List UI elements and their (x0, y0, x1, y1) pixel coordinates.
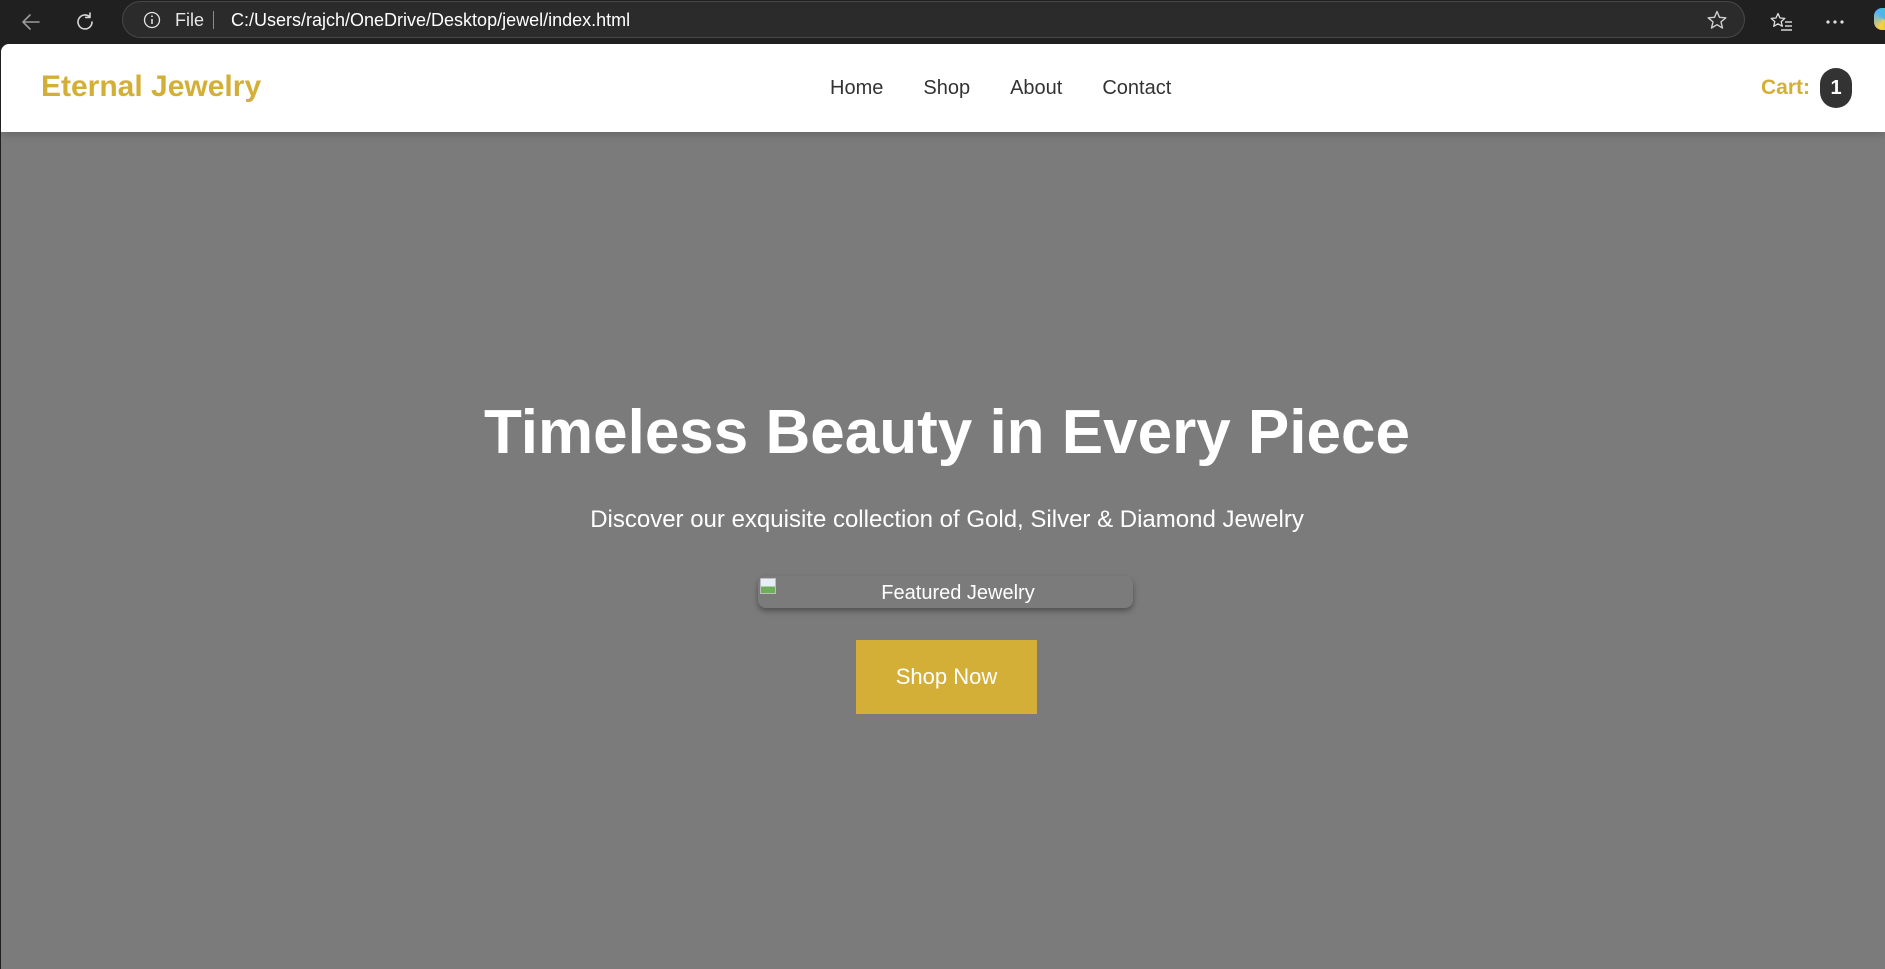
site-header: Eternal Jewelry Home Shop About Contact … (1, 44, 1885, 132)
nav-link-home[interactable]: Home (830, 76, 883, 100)
nav-link-about[interactable]: About (1010, 76, 1062, 100)
favorites-button[interactable] (1765, 6, 1799, 38)
nav-link-shop[interactable]: Shop (923, 76, 970, 100)
shop-now-button[interactable]: Shop Now (856, 640, 1037, 714)
copilot-icon[interactable] (1874, 8, 1885, 30)
address-bar[interactable]: File C:/Users/rajch/OneDrive/Desktop/jew… (122, 1, 1745, 38)
address-divider (213, 11, 214, 29)
cart-count-badge: 1 (1820, 68, 1852, 108)
cart[interactable]: Cart: 1 (1761, 68, 1852, 108)
browser-toolbar: File C:/Users/rajch/OneDrive/Desktop/jew… (0, 0, 1885, 44)
ellipsis-icon (1826, 20, 1844, 24)
favorites-list-icon (1770, 12, 1792, 31)
address-scheme-label: File (175, 10, 205, 30)
nav-link-contact[interactable]: Contact (1102, 76, 1171, 100)
featured-image-alt-text: Featured Jewelry (881, 582, 1035, 604)
hero-section: Timeless Beauty in Every Piece Discover … (1, 132, 1885, 969)
url-text[interactable]: C:/Users/rajch/OneDrive/Desktop/jewel/in… (231, 10, 630, 30)
main-nav: Home Shop About Contact (830, 76, 1171, 100)
back-button[interactable] (13, 6, 49, 38)
site-logo[interactable]: Eternal Jewelry (41, 70, 261, 104)
star-icon[interactable] (1706, 9, 1728, 31)
reload-icon (77, 12, 93, 30)
featured-jewelry-image: Featured Jewelry (758, 576, 1133, 608)
hero-subtitle: Discover our exquisite collection of Gol… (590, 506, 1304, 533)
reload-button[interactable] (67, 6, 103, 38)
info-icon[interactable] (143, 11, 161, 29)
cart-label: Cart: (1760, 76, 1810, 99)
more-options-button[interactable] (1818, 6, 1852, 38)
hero-title: Timeless Beauty in Every Piece (484, 398, 1410, 467)
page-viewport: Eternal Jewelry Home Shop About Contact … (1, 44, 1885, 969)
arrow-left-icon (22, 14, 40, 30)
